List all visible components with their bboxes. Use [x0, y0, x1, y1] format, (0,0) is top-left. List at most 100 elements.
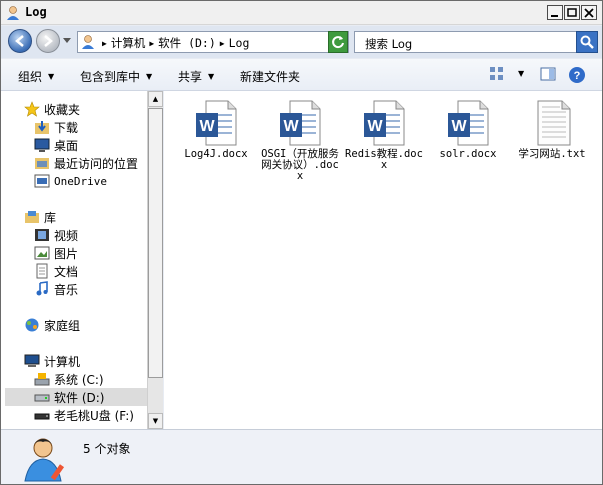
nav-item-label: 图片 [54, 246, 79, 261]
computer-icon [24, 354, 40, 367]
window-title: Log [25, 5, 47, 19]
chevron-down-icon: ▼ [208, 72, 215, 81]
file-name: solr.docx [439, 148, 497, 160]
breadcrumb: ▶ 计算机 ▶ 软件 (D:) ▶ Log [102, 35, 249, 51]
breadcrumb-item-log[interactable]: Log [229, 36, 250, 50]
chevron-right-icon[interactable]: ▶ [220, 39, 225, 48]
view-dropdown-arrow[interactable]: ▼ [518, 69, 524, 78]
file-item[interactable]: W Redis教程.docx [345, 99, 423, 171]
close-icon [584, 7, 594, 18]
nav-computer[interactable]: 计算机 [24, 352, 80, 370]
file-item[interactable]: W Log4J.docx [177, 99, 255, 160]
nav-item-pictures[interactable]: 图片 [34, 244, 78, 262]
nav-libraries-label: 库 [44, 210, 57, 225]
user-icon [7, 6, 19, 20]
nav-item-drive-c[interactable]: 系统 (C:) [34, 370, 104, 388]
forward-button[interactable] [36, 29, 60, 53]
new-folder-label: 新建文件夹 [240, 70, 301, 84]
drive-icon [34, 394, 50, 402]
nav-item-label: 最近访问的位置 [54, 156, 139, 171]
close-button[interactable] [581, 5, 597, 20]
usb-drive-icon [34, 413, 50, 420]
address-row: ▶ 计算机 ▶ 软件 (D:) ▶ Log ▼ 搜索 Log [1, 26, 602, 58]
nav-item-drive-d[interactable]: 软件 (D:) [5, 388, 147, 406]
nav-computer-label: 计算机 [44, 354, 81, 369]
file-item[interactable]: W solr.docx [429, 99, 507, 160]
view-icon[interactable] [489, 66, 505, 82]
word-doc-icon: W [196, 100, 237, 146]
nav-item-downloads[interactable]: 下载 [34, 118, 78, 136]
document-icon [36, 263, 48, 279]
nav-item-recent-places[interactable]: 最近访问的位置 [34, 154, 138, 172]
nav-item-videos[interactable]: 视频 [34, 226, 78, 244]
onedrive-icon [34, 174, 50, 188]
chevron-down-icon: ▼ [48, 72, 55, 81]
svg-text:W: W [367, 118, 383, 135]
recent-places-icon [35, 158, 49, 169]
nav-homegroup[interactable]: 家庭组 [24, 316, 80, 334]
address-bar[interactable]: ▶ 计算机 ▶ 软件 (D:) ▶ Log ▼ [77, 31, 349, 53]
scroll-down-button[interactable]: ▼ [148, 413, 163, 429]
nav-item-label: 系统 (C:) [54, 372, 104, 387]
chevron-down-icon[interactable]: ▶ [102, 39, 107, 48]
maximize-button[interactable] [564, 5, 580, 20]
nav-item-label: 音乐 [54, 282, 79, 297]
svg-text:W: W [283, 118, 299, 135]
search-input[interactable]: 搜索 Log [354, 31, 598, 53]
chevron-down-icon: ▼ [146, 72, 153, 81]
new-folder-button[interactable]: 新建文件夹 [240, 68, 300, 85]
scroll-up-button[interactable]: ▲ [148, 91, 163, 107]
file-item[interactable]: 学习网站.txt [513, 99, 591, 160]
file-name: 学习网站.txt [518, 148, 586, 160]
nav-item-music[interactable]: 音乐 [34, 280, 78, 298]
preview-pane-icon[interactable] [540, 66, 556, 82]
breadcrumb-item-computer[interactable]: 计算机 [111, 35, 146, 51]
search-icon [580, 35, 594, 49]
nav-libraries[interactable]: 库 [24, 208, 56, 226]
share-label: 共享 [178, 70, 203, 84]
include-in-library-label: 包含到库中 [80, 70, 141, 84]
nav-scrollbar[interactable]: ▲ ▼ [147, 91, 163, 429]
help-icon[interactable]: ? [568, 66, 586, 84]
details-pane: 5 个对象 [1, 429, 602, 484]
system-drive-icon [34, 373, 50, 386]
organize-button[interactable]: 组织 ▼ [18, 68, 54, 85]
minimize-button[interactable] [547, 5, 563, 20]
chevron-right-icon[interactable]: ▶ [149, 39, 154, 48]
nav-item-onedrive[interactable]: OneDrive [34, 172, 107, 190]
file-list: W Log4J.docx W OSGI（开放服务网关协议）.docx W Red… [164, 91, 602, 429]
nav-favorites-label: 收藏夹 [44, 102, 81, 117]
desktop-icon [34, 138, 50, 152]
back-button[interactable] [8, 29, 32, 53]
nav-item-label: 文档 [54, 264, 79, 279]
breadcrumb-item-drive-d[interactable]: 软件 (D:) [158, 35, 216, 51]
file-item[interactable]: W OSGI（开放服务网关协议）.docx [261, 99, 339, 182]
download-folder-icon [35, 121, 49, 134]
picture-icon [34, 246, 50, 260]
word-doc-icon: W [364, 100, 405, 146]
user-icon [24, 438, 65, 482]
nav-item-label: 老毛桃U盘 (F:) [54, 408, 134, 423]
nav-item-label: 软件 (D:) [54, 390, 105, 405]
search-button[interactable] [576, 31, 598, 53]
nav-favorites[interactable]: 收藏夹 [24, 100, 80, 118]
item-count: 5 个对象 [83, 442, 131, 456]
nav-item-drive-f[interactable]: 老毛桃U盘 (F:) [34, 406, 134, 424]
star-icon [24, 101, 40, 117]
include-in-library-button[interactable]: 包含到库中 ▼ [80, 68, 152, 85]
title-bar: Log [1, 1, 602, 25]
nav-item-documents[interactable]: 文档 [34, 262, 78, 280]
nav-item-label: OneDrive [54, 174, 107, 188]
refresh-button[interactable] [328, 31, 348, 53]
recent-pages-dropdown[interactable] [63, 38, 71, 44]
explorer-window: Log ▶ 计算机 ▶ 软件 (D:) ▶ Log 搜索 Log 组织 ▼ 包含… [0, 0, 603, 485]
file-name: Redis教程.docx [345, 148, 423, 171]
search-placeholder: 搜索 Log [365, 37, 413, 51]
nav-item-desktop[interactable]: 桌面 [34, 136, 78, 154]
file-name: OSGI（开放服务网关协议）.docx [261, 148, 339, 182]
share-button[interactable]: 共享 ▼ [178, 68, 214, 85]
minimize-icon [551, 14, 558, 17]
forward-arrow-icon [44, 35, 53, 47]
scroll-thumb[interactable] [148, 108, 163, 378]
music-icon [36, 281, 48, 296]
